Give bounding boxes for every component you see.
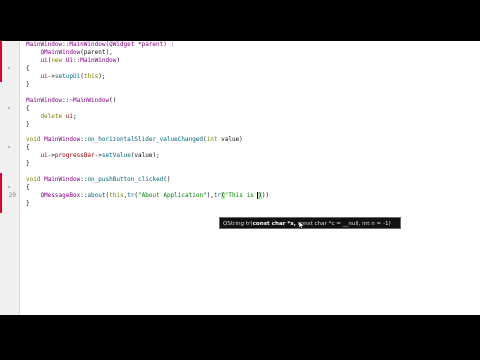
line-number-gutter: ▾ ▾ ▾ ▾ 20: [0, 41, 20, 315]
code-token: (): [163, 176, 171, 184]
code-token: MainWindow: [44, 176, 81, 184]
code-line[interactable]: MainWindow::MainWindow(QWidget *parent) …: [26, 41, 174, 48]
code-token: {: [26, 64, 30, 72]
code-token: this: [109, 192, 124, 200]
code-line[interactable]: ui->setupUi(this);: [26, 72, 106, 80]
code-token: ui: [26, 56, 48, 64]
code-line[interactable]: ui(new Ui::MainWindow): [26, 57, 120, 64]
fold-toggle-icon[interactable]: ▾: [5, 145, 13, 151]
code-token: void: [26, 136, 41, 144]
fold-toggle-icon[interactable]: ▾: [5, 185, 13, 191]
code-token: MainWindow: [44, 136, 81, 144]
tooltip-return-type: QString tr(: [223, 221, 253, 227]
code-token: this: [83, 72, 99, 80]
code-token: );: [98, 72, 106, 80]
code-line[interactable]: {: [26, 105, 30, 112]
code-token: {: [26, 184, 30, 192]
change-marker-bottom: [0, 173, 2, 213]
code-token: {: [26, 144, 30, 152]
code-token: QMessageBox: [26, 192, 81, 200]
code-line[interactable]: ui->progressBar->setValue(value);: [26, 152, 160, 160]
code-line[interactable]: {: [26, 184, 30, 191]
code-token: ->: [47, 72, 55, 80]
code-token: value): [217, 136, 243, 144]
line-number: 20: [8, 192, 16, 200]
code-token: setValue: [101, 152, 131, 160]
code-token: about: [87, 192, 106, 200]
code-token: (): [109, 96, 117, 104]
code-token: QMainWindow: [26, 48, 81, 56]
code-token: )): [261, 192, 270, 200]
code-token: setupUi: [54, 72, 81, 80]
code-token: progressBar: [54, 152, 95, 160]
code-line[interactable]: }: [26, 121, 30, 128]
code-token: "This is: [224, 192, 258, 200]
code-line[interactable]: }: [26, 81, 30, 88]
code-line[interactable]: QMainWindow(parent),: [26, 48, 113, 56]
code-token: }: [26, 200, 30, 207]
code-token: {: [26, 104, 30, 112]
code-area[interactable]: MainWindow::MainWindow(QWidget *parent) …: [26, 41, 474, 315]
code-token: }: [26, 160, 30, 168]
tooltip-current-param: const char *s,: [252, 221, 296, 227]
code-token: ->: [94, 152, 102, 160]
code-token: }: [26, 80, 30, 88]
change-marker-top: [0, 41, 2, 82]
code-token: MainWindow::MainWindow(QWidget *parent) …: [26, 41, 175, 48]
code-token: void: [26, 176, 41, 184]
code-token: ~MainWindow: [69, 96, 110, 104]
fold-toggle-icon[interactable]: ▾: [5, 105, 13, 112]
code-token: MainWindow: [26, 96, 63, 104]
code-token: delete: [26, 112, 63, 120]
code-line[interactable]: {: [26, 65, 30, 72]
code-token: (parent),: [80, 48, 113, 56]
code-token: new: [51, 56, 63, 64]
code-token: int: [206, 136, 218, 144]
code-line[interactable]: void MainWindow::on_horizontalSlider_val…: [26, 136, 243, 143]
code-line[interactable]: }: [26, 160, 30, 167]
code-token: }: [26, 120, 30, 128]
code-line[interactable]: void MainWindow::on_pushButton_clicked(): [26, 176, 171, 183]
code-line[interactable]: {: [26, 144, 30, 151]
code-token: ),: [206, 192, 214, 200]
code-token: ): [116, 56, 120, 64]
code-token: on_horizontalSlider_valueChanged: [87, 136, 204, 144]
code-token: ui: [65, 112, 73, 120]
code-token: ;: [72, 112, 77, 120]
code-editor[interactable]: ▾ ▾ ▾ ▾ 20 MainWindow::MainWindow(QWidget *p…: [0, 41, 480, 315]
code-line[interactable]: QMessageBox::about(this,tr("About Applic…: [26, 192, 270, 200]
function-signature-tooltip: QString tr(const char *s, const char *c …: [219, 217, 401, 229]
fold-toggle-icon[interactable]: ▾: [5, 65, 13, 72]
code-token: (value);: [130, 152, 160, 160]
code-token: ->: [47, 152, 55, 160]
tooltip-remaining-params: const char *c = __null, int n = -1): [295, 221, 391, 227]
code-line[interactable]: delete ui;: [26, 112, 77, 120]
code-token: "About Application": [138, 192, 207, 200]
mouse-pointer-icon: [299, 221, 304, 229]
code-token: ui: [26, 72, 48, 80]
code-line[interactable]: MainWindow::~MainWindow(): [26, 97, 116, 104]
code-token: on_pushButton_clicked: [87, 176, 164, 184]
code-line[interactable]: }: [26, 200, 30, 207]
code-token: ui: [26, 152, 48, 160]
code-token: Ui::MainWindow: [62, 56, 117, 64]
